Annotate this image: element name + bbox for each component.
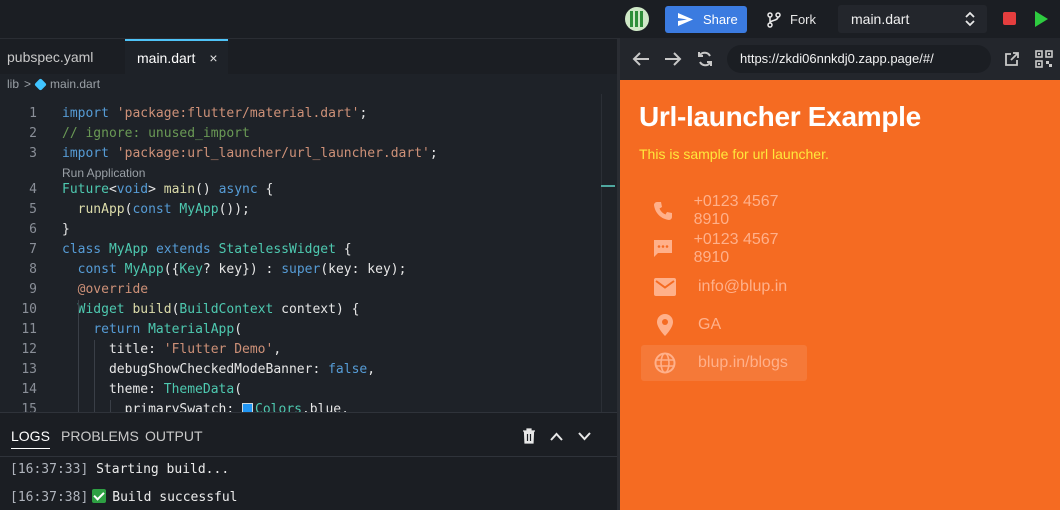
tab-label: pubspec.yaml [7, 49, 94, 65]
contact-label: +0123 4567 8910 [693, 231, 779, 266]
line-number: 5 [29, 202, 37, 217]
line-number: 9 [29, 282, 37, 297]
back-arrow-icon[interactable] [632, 51, 650, 67]
close-icon[interactable]: × [209, 50, 217, 66]
line-number: 7 [29, 242, 37, 257]
stop-button[interactable] [1003, 12, 1016, 25]
refresh-icon[interactable] [697, 51, 713, 67]
contact-item-location[interactable]: GA [641, 307, 807, 343]
avatar[interactable] [625, 7, 649, 31]
panel-divider [0, 456, 617, 457]
chevron-down-icon[interactable] [578, 432, 591, 441]
app-preview[interactable]: Url-launcher Example This is sample for … [620, 80, 1060, 510]
run-button[interactable] [1035, 11, 1048, 27]
send-icon [678, 13, 693, 26]
url-field[interactable]: https://zkdi06nnkdj0.zapp.page/#/ [727, 45, 991, 73]
contact-label: blup.in/blogs [698, 354, 788, 371]
globe-icon [654, 352, 676, 374]
fork-icon [767, 11, 781, 28]
open-external-icon[interactable] [1004, 51, 1020, 67]
contact-item-website[interactable]: blup.in/blogs [641, 345, 807, 381]
forward-arrow-icon[interactable] [664, 51, 682, 67]
share-button[interactable]: Share [665, 6, 747, 33]
line-number: 11 [21, 322, 37, 337]
line-number: 8 [29, 262, 37, 277]
phone-icon [653, 202, 672, 220]
tab-problems[interactable]: PROBLEMS [61, 428, 139, 444]
log-line: [16:37:38] Build successful [10, 489, 238, 505]
code-editor[interactable]: 1 import 'package:flutter/material.dart';… [0, 94, 617, 412]
contact-label: GA [698, 316, 722, 333]
trash-icon[interactable] [522, 428, 536, 444]
line-number: 14 [21, 382, 37, 397]
line-number: 15 [21, 402, 37, 412]
line-number: 1 [29, 106, 37, 121]
share-label: Share [703, 12, 738, 27]
line-number: 4 [29, 182, 37, 197]
tab-pubspec[interactable]: pubspec.yaml [0, 39, 125, 75]
run-application-codelens[interactable]: Run Application [62, 165, 145, 181]
tab-logs[interactable]: LOGS [11, 428, 50, 449]
location-pin-icon [657, 314, 673, 336]
contact-item-phone[interactable]: +0123 4567 8910 [641, 193, 807, 229]
log-timestamp: [16:37:38] [10, 490, 89, 505]
line-number: 6 [29, 222, 37, 237]
top-bar: Share Fork main.dart [0, 0, 1060, 38]
scroll-marker [601, 185, 615, 187]
editor-tabs: pubspec.yaml main.dart × [0, 38, 617, 75]
breadcrumb-separator: > [24, 77, 32, 91]
line-number: 10 [21, 302, 37, 317]
page-title: Url-launcher Example [639, 101, 921, 132]
line-number: 13 [21, 362, 37, 377]
chevron-up-icon[interactable] [550, 432, 563, 441]
breadcrumb-file[interactable]: main.dart [50, 77, 100, 91]
fork-label: Fork [790, 12, 816, 27]
log-timestamp: [16:37:33] [10, 462, 89, 477]
log-text: Build successful [112, 490, 238, 505]
check-icon [92, 489, 107, 503]
breadcrumb: lib > main.dart [0, 74, 617, 94]
mail-icon [654, 278, 676, 296]
tab-output[interactable]: OUTPUT [145, 428, 203, 444]
tab-main-dart[interactable]: main.dart × [125, 39, 228, 75]
tab-label: main.dart [137, 50, 196, 66]
fork-button[interactable]: Fork [767, 6, 816, 33]
log-text: Starting build... [96, 462, 230, 477]
app-root: Share Fork main.dart pubspec.yaml main.d… [0, 0, 1060, 510]
chevron-updown-icon [965, 11, 975, 27]
contact-label: info@blup.in [698, 278, 788, 295]
breadcrumb-folder[interactable]: lib [7, 77, 19, 91]
contact-item-mail[interactable]: info@blup.in [641, 269, 807, 305]
line-number: 2 [29, 126, 37, 141]
bottom-panel: LOGS PROBLEMS OUTPUT [16:37:33] Starting… [0, 412, 617, 510]
qr-code-icon[interactable] [1035, 50, 1053, 68]
log-line: [16:37:33] Starting build... [10, 462, 229, 477]
contact-label: +0123 4567 8910 [693, 193, 779, 228]
contact-item-sms[interactable]: +0123 4567 8910 [641, 231, 807, 267]
page-subtitle: This is sample for url launcher. [639, 146, 829, 162]
file-select-value: main.dart [851, 11, 910, 27]
sms-icon [653, 240, 672, 257]
dart-file-icon [34, 77, 47, 91]
line-number: 3 [29, 146, 37, 161]
editor-scrollbar[interactable] [601, 94, 602, 412]
line-number: 12 [21, 342, 37, 357]
file-select[interactable]: main.dart [838, 5, 987, 33]
